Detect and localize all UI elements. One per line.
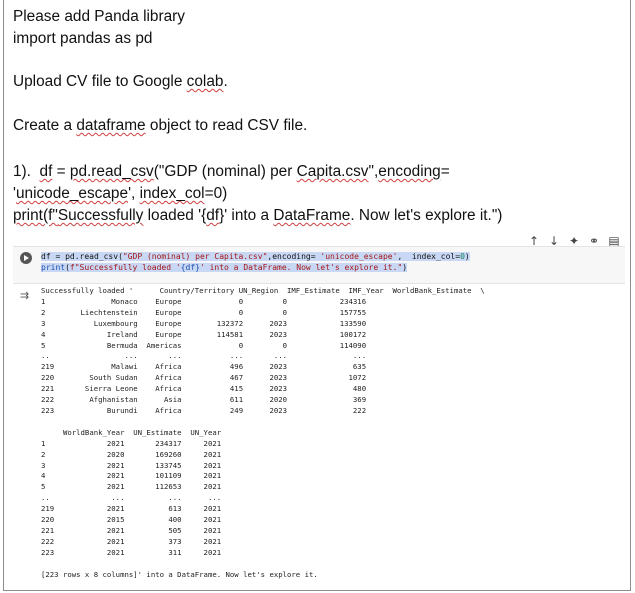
code-line-1: df = pd.read_csv("GDP (nominal) per Capi… <box>41 252 470 261</box>
play-icon <box>24 255 29 261</box>
code-editor[interactable]: df = pd.read_csv("GDP (nominal) per Capi… <box>41 251 470 273</box>
doc-line-2: import pandas as pd <box>13 30 153 47</box>
code-cell[interactable]: df = pd.read_csv("GDP (nominal) per Capi… <box>13 246 625 284</box>
colab-screenshot: ↑ ↓ ✦ ⚭ ▤ df = pd.read_csv("GDP (nominal… <box>13 232 625 587</box>
output-text: Successfully loaded ' Country/Territory … <box>41 286 485 579</box>
doc-step1-line: 1). df = pd.read_csv("GDP (nominal) per … <box>13 163 450 180</box>
doc-upload-line: Upload CV file to Google colab. <box>13 73 228 90</box>
doc-step2-line: 'unicode_escape', index_col=0) <box>13 185 228 202</box>
cell-output: Successfully loaded ' Country/Territory … <box>41 286 621 580</box>
spell-colab: colab <box>186 73 224 90</box>
spell-dataframe: dataframe <box>76 117 146 134</box>
run-cell-button[interactable] <box>20 252 32 264</box>
document-text: Please add Panda library import pandas a… <box>13 6 613 227</box>
output-toggle-icon[interactable]: ⇉ <box>20 290 32 302</box>
doc-line-1: Please add Panda library <box>13 8 185 25</box>
doc-step3-line: print(f"Successfully loaded '{df}' into … <box>13 207 503 224</box>
code-line-2: print(f"Successfully loaded '{df}' into … <box>41 263 408 272</box>
doc-create-line: Create a dataframe object to read CSV fi… <box>13 117 308 134</box>
